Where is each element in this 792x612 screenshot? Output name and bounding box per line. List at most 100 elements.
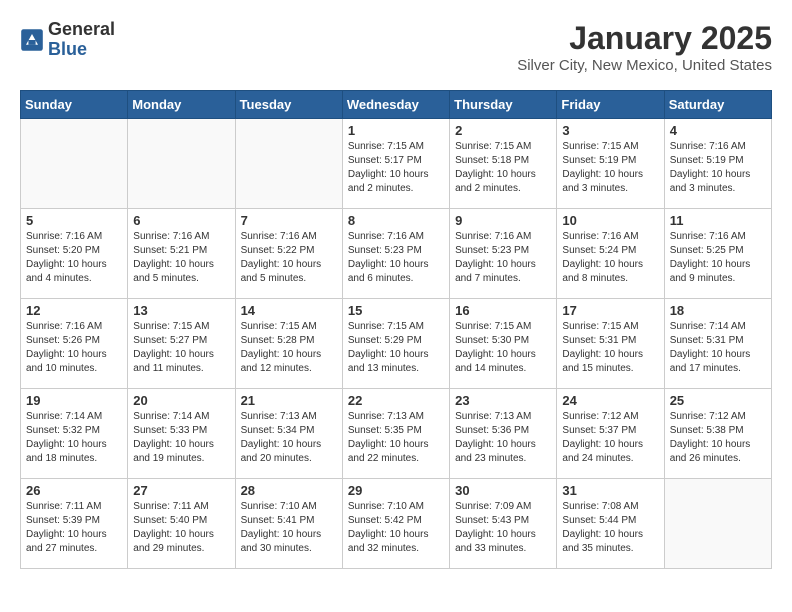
weekday-header: Thursday: [450, 91, 557, 119]
day-number: 12: [26, 303, 122, 318]
cell-info: Sunrise: 7:15 AMSunset: 5:19 PMDaylight:…: [562, 140, 658, 196]
calendar-cell: 9Sunrise: 7:16 AMSunset: 5:23 PMDaylight…: [450, 209, 557, 299]
cell-info: Sunrise: 7:11 AMSunset: 5:39 PMDaylight:…: [26, 500, 122, 556]
calendar-cell: 23 Sunrise: 7:13 AMSunset: 5:36 PMDayligh…: [450, 389, 557, 479]
day-number: 11: [670, 213, 766, 228]
calendar-week-row: 19Sunrise: 7:14 AMSunset: 5:32 PMDayligh…: [21, 389, 772, 479]
cell-info: Sunrise: 7:16 AMSunset: 5:25 PMDaylight:…: [670, 230, 766, 286]
cell-info: Sunrise: 7:13 AMSunset: 5:35 PMDaylight:…: [348, 410, 444, 466]
location-text: Silver City, New Mexico, United States: [517, 57, 772, 74]
day-number: 29: [348, 483, 444, 498]
day-number: 20: [133, 393, 229, 408]
cell-info: Sunrise: 7:15 AMSunset: 5:17 PMDaylight:…: [348, 140, 444, 196]
logo-icon: [20, 28, 44, 52]
cell-info: Sunrise: 7:13 AMSunset: 5:36 PMDaylight:…: [455, 410, 551, 466]
calendar-cell: 27 Sunrise: 7:11 AMSunset: 5:40 PMDayligh…: [128, 479, 235, 569]
day-number: 14: [241, 303, 337, 318]
calendar-cell: [235, 119, 342, 209]
weekday-header: Friday: [557, 91, 664, 119]
cell-info: Sunrise: 7:16 AMSunset: 5:24 PMDaylight:…: [562, 230, 658, 286]
month-title: January 2025: [517, 20, 772, 57]
day-number: 13: [133, 303, 229, 318]
calendar-cell: [128, 119, 235, 209]
day-number: 23: [455, 393, 551, 408]
cell-info: Sunrise: 7:09 AMSunset: 5:43 PMDaylight:…: [455, 500, 551, 556]
cell-info: Sunrise: 7:14 AMSunset: 5:32 PMDaylight:…: [26, 410, 122, 466]
calendar-cell: 25 Sunrise: 7:12 AMSunset: 5:38 PMDayligh…: [664, 389, 771, 479]
calendar-cell: 16 Sunrise: 7:15 AMSunset: 5:30 PMDayligh…: [450, 299, 557, 389]
cell-info: Sunrise: 7:15 AMSunset: 5:18 PMDaylight:…: [455, 140, 551, 196]
cell-info: Sunrise: 7:15 AMSunset: 5:30 PMDaylight:…: [455, 320, 551, 376]
calendar-cell: 8 Sunrise: 7:16 AMSunset: 5:23 PMDaylight…: [342, 209, 449, 299]
day-number: 22: [348, 393, 444, 408]
logo: General Blue: [20, 20, 115, 60]
calendar-cell: 7 Sunrise: 7:16 AMSunset: 5:22 PMDaylight…: [235, 209, 342, 299]
calendar-cell: 28 Sunrise: 7:10 AMSunset: 5:41 PMDayligh…: [235, 479, 342, 569]
calendar-cell: 19Sunrise: 7:14 AMSunset: 5:32 PMDayligh…: [21, 389, 128, 479]
calendar-cell: 2 Sunrise: 7:15 AMSunset: 5:18 PMDaylight…: [450, 119, 557, 209]
page-header: General Blue January 2025 Silver City, N…: [20, 20, 772, 74]
cell-info: Sunrise: 7:15 AMSunset: 5:31 PMDaylight:…: [562, 320, 658, 376]
day-number: 31: [562, 483, 658, 498]
cell-info: Sunrise: 7:15 AMSunset: 5:29 PMDaylight:…: [348, 320, 444, 376]
day-number: 2: [455, 123, 551, 138]
day-number: 21: [241, 393, 337, 408]
day-number: 18: [670, 303, 766, 318]
calendar-cell: 11 Sunrise: 7:16 AMSunset: 5:25 PMDayligh…: [664, 209, 771, 299]
cell-info: Sunrise: 7:12 AMSunset: 5:38 PMDaylight:…: [670, 410, 766, 466]
calendar-week-row: 5Sunrise: 7:16 AMSunset: 5:20 PMDaylight…: [21, 209, 772, 299]
cell-info: Sunrise: 7:10 AMSunset: 5:41 PMDaylight:…: [241, 500, 337, 556]
calendar-week-row: 1 Sunrise: 7:15 AMSunset: 5:17 PMDaylight…: [21, 119, 772, 209]
calendar-cell: 4Sunrise: 7:16 AMSunset: 5:19 PMDaylight…: [664, 119, 771, 209]
calendar-cell: 12 Sunrise: 7:16 AMSunset: 5:26 PMDayligh…: [21, 299, 128, 389]
calendar-cell: 20Sunrise: 7:14 AMSunset: 5:33 PMDayligh…: [128, 389, 235, 479]
calendar-cell: 31 Sunrise: 7:08 AMSunset: 5:44 PMDayligh…: [557, 479, 664, 569]
weekday-header: Wednesday: [342, 91, 449, 119]
calendar-cell: 10 Sunrise: 7:16 AMSunset: 5:24 PMDayligh…: [557, 209, 664, 299]
cell-info: Sunrise: 7:10 AMSunset: 5:42 PMDaylight:…: [348, 500, 444, 556]
day-number: 10: [562, 213, 658, 228]
cell-info: Sunrise: 7:13 AMSunset: 5:34 PMDaylight:…: [241, 410, 337, 466]
calendar-cell: 30Sunrise: 7:09 AMSunset: 5:43 PMDayligh…: [450, 479, 557, 569]
day-number: 8: [348, 213, 444, 228]
day-number: 6: [133, 213, 229, 228]
day-number: 9: [455, 213, 551, 228]
calendar-cell: 6 Sunrise: 7:16 AMSunset: 5:21 PMDaylight…: [128, 209, 235, 299]
day-number: 28: [241, 483, 337, 498]
calendar-cell: 13 Sunrise: 7:15 AMSunset: 5:27 PMDayligh…: [128, 299, 235, 389]
cell-info: Sunrise: 7:12 AMSunset: 5:37 PMDaylight:…: [562, 410, 658, 466]
calendar-cell: 21 Sunrise: 7:13 AMSunset: 5:34 PMDayligh…: [235, 389, 342, 479]
weekday-header: Sunday: [21, 91, 128, 119]
calendar-cell: 24 Sunrise: 7:12 AMSunset: 5:37 PMDayligh…: [557, 389, 664, 479]
cell-info: Sunrise: 7:15 AMSunset: 5:28 PMDaylight:…: [241, 320, 337, 376]
weekday-header: Tuesday: [235, 91, 342, 119]
weekday-header: Saturday: [664, 91, 771, 119]
cell-info: Sunrise: 7:15 AMSunset: 5:27 PMDaylight:…: [133, 320, 229, 376]
day-number: 1: [348, 123, 444, 138]
day-number: 26: [26, 483, 122, 498]
day-number: 4: [670, 123, 766, 138]
day-number: 24: [562, 393, 658, 408]
calendar-cell: 29 Sunrise: 7:10 AMSunset: 5:42 PMDayligh…: [342, 479, 449, 569]
title-area: January 2025 Silver City, New Mexico, Un…: [517, 20, 772, 74]
calendar-cell: 5Sunrise: 7:16 AMSunset: 5:20 PMDaylight…: [21, 209, 128, 299]
day-number: 16: [455, 303, 551, 318]
cell-info: Sunrise: 7:16 AMSunset: 5:26 PMDaylight:…: [26, 320, 122, 376]
day-number: 17: [562, 303, 658, 318]
calendar-cell: 3 Sunrise: 7:15 AMSunset: 5:19 PMDaylight…: [557, 119, 664, 209]
cell-info: Sunrise: 7:08 AMSunset: 5:44 PMDaylight:…: [562, 500, 658, 556]
weekday-header: Monday: [128, 91, 235, 119]
calendar-cell: 17 Sunrise: 7:15 AMSunset: 5:31 PMDayligh…: [557, 299, 664, 389]
cell-info: Sunrise: 7:16 AMSunset: 5:23 PMDaylight:…: [348, 230, 444, 286]
day-number: 7: [241, 213, 337, 228]
cell-info: Sunrise: 7:16 AMSunset: 5:21 PMDaylight:…: [133, 230, 229, 286]
day-number: 27: [133, 483, 229, 498]
cell-info: Sunrise: 7:11 AMSunset: 5:40 PMDaylight:…: [133, 500, 229, 556]
day-number: 25: [670, 393, 766, 408]
logo-general-text: General: [48, 20, 115, 40]
day-number: 3: [562, 123, 658, 138]
calendar-cell: 14 Sunrise: 7:15 AMSunset: 5:28 PMDayligh…: [235, 299, 342, 389]
cell-info: Sunrise: 7:16 AMSunset: 5:22 PMDaylight:…: [241, 230, 337, 286]
calendar-week-row: 12 Sunrise: 7:16 AMSunset: 5:26 PMDayligh…: [21, 299, 772, 389]
calendar-cell: 18Sunrise: 7:14 AMSunset: 5:31 PMDayligh…: [664, 299, 771, 389]
